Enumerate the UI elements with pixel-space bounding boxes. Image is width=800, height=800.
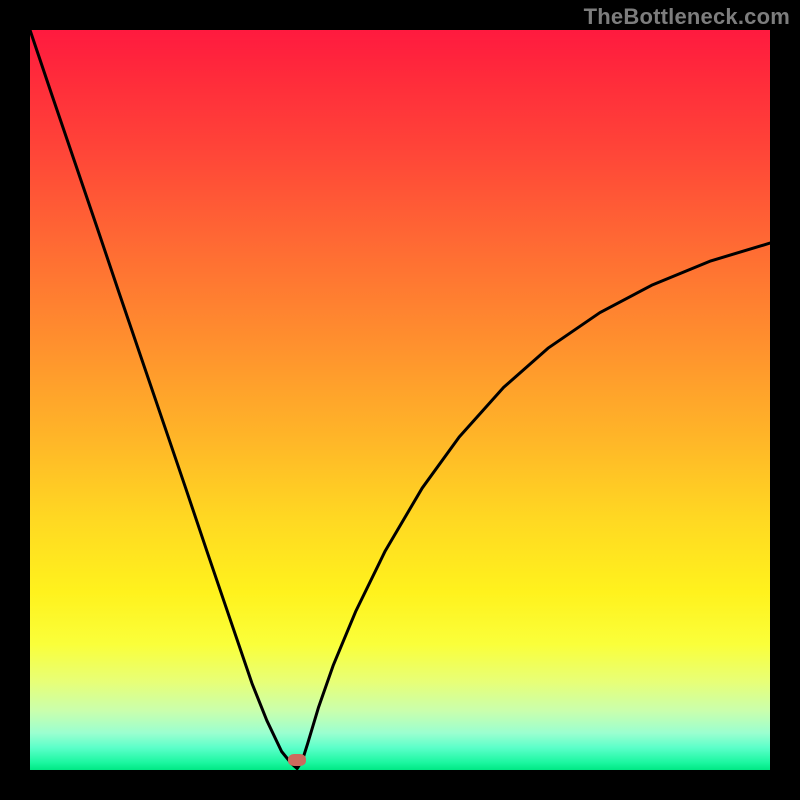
chart-frame: TheBottleneck.com [0,0,800,800]
watermark-text: TheBottleneck.com [584,4,790,30]
bottleneck-curve [30,30,770,770]
optimum-marker [288,754,306,766]
plot-area [30,30,770,770]
